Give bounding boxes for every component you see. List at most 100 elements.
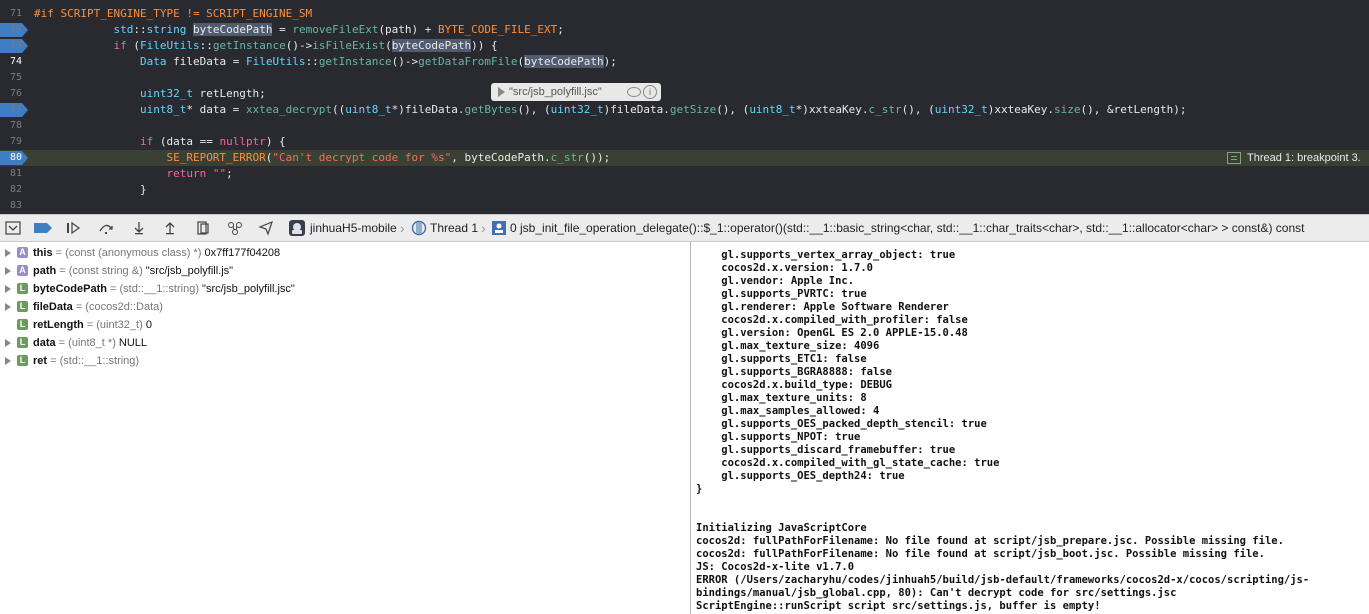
info-icon[interactable]: i [643,85,657,99]
variable-row[interactable]: LretLength = (uint32_t) 0 [0,316,690,334]
code-token: uint32_t [139,87,193,100]
code-line[interactable]: 72 std::string byteCodePath = removeFile… [0,22,1369,38]
code-line[interactable]: 83 [0,198,1369,214]
variables-view[interactable]: Athis = (const (anonymous class) *) 0x7f… [0,242,690,614]
variable-value: "src/jsb_polyfill.jsc" [202,283,295,295]
local-badge-icon: L [17,319,28,330]
code-line[interactable]: 77 uint8_t* data = xxtea_decrypt((uint8_… [0,102,1369,118]
line-number-text: 71 [9,8,22,19]
code-line[interactable]: 79 if (data == nullptr) { [0,134,1369,150]
value-tooltip[interactable]: "src/jsb_polyfill.jsc" i [491,83,661,101]
line-number[interactable]: 82 [0,182,28,198]
line-number[interactable]: 73 [0,38,28,54]
argument-badge-icon: A [17,247,28,258]
variable-type: = (uint8_t *) [55,337,119,349]
disclosure-triangle-icon[interactable] [5,249,11,257]
line-number[interactable]: 72 [0,22,28,38]
code-line[interactable]: 78 [0,118,1369,134]
play-icon[interactable] [498,87,505,97]
breakpoint-annotation[interactable]: Thread 1: breakpoint 3. [1225,150,1369,166]
line-number[interactable]: 78 [0,118,28,134]
disclosure-triangle-icon[interactable] [5,357,11,365]
console-output[interactable]: gl.supports_vertex_array_object: true co… [691,242,1369,614]
console-line: } [696,483,703,495]
disclosure-triangle-icon[interactable] [5,339,11,347]
frame-crumb[interactable]: 0 jsb_init_file_operation_delegate()::$_… [510,215,1304,241]
variable-row[interactable]: LbyteCodePath = (std::__1::string) "src/… [0,280,690,298]
eye-icon[interactable] [627,87,641,97]
variable-row[interactable]: LfileData = (cocos2d::Data) [0,298,690,316]
code-token: ; [226,167,233,180]
line-number[interactable]: 81 [0,166,28,182]
location-icon[interactable] [257,220,275,236]
breakpoints-toggle-icon[interactable] [32,220,54,236]
code-text: uint8_t* data = xxtea_decrypt((uint8_t*)… [34,102,1187,118]
console-line: cocos2d.x.version: 1.7.0 [696,262,874,274]
disclosure-triangle-icon[interactable] [5,285,11,293]
line-number[interactable]: 74 [0,54,28,70]
variable-type: = (uint32_t) [83,319,146,331]
code-token: FileUtils [245,55,306,68]
code-editor[interactable]: 71 #if SCRIPT_ENGINE_TYPE != SCRIPT_ENGIN… [0,0,1369,214]
step-into-icon[interactable] [130,220,148,236]
console-line: gl.supports_ETC1: false [696,353,867,365]
line-number-text: 72 [9,24,22,35]
line-number-text: 75 [9,72,22,83]
thread-crumb[interactable]: Thread 1 [430,215,478,241]
code-line[interactable]: 75 [0,70,1369,86]
line-number-text: 78 [9,120,22,131]
code-token: getSize [669,103,717,116]
disclosure-triangle-icon[interactable] [5,303,11,311]
line-number[interactable]: 76 [0,86,28,102]
code-token: nullptr [219,135,266,148]
code-line[interactable]: 81 return ""; [0,166,1369,182]
memory-graph-icon[interactable] [226,220,244,236]
code-token: size [1054,103,1081,116]
line-number[interactable]: 83 [0,198,28,214]
line-number[interactable]: 79 [0,134,28,150]
step-over-icon[interactable] [97,220,115,236]
code-token: BYTE_CODE_FILE_EXT [438,23,558,36]
variable-name: byteCodePath [33,283,107,295]
view-hierarchy-icon[interactable] [194,220,212,236]
variable-row[interactable]: Lret = (std::__1::string) [0,352,690,370]
variable-row[interactable]: Athis = (const (anonymous class) *) 0x7f… [0,244,690,262]
line-number[interactable]: 77 [0,102,28,118]
code-line[interactable]: 82 } [0,182,1369,198]
code-token: ()-> [285,39,313,52]
variable-type: = (std::__1::string) [47,355,140,367]
continue-icon[interactable] [64,220,82,236]
variable-value: 0x7ff177f04208 [204,247,281,259]
line-number[interactable]: 75 [0,70,28,86]
code-line[interactable]: 80 SE_REPORT_ERROR("Can't decrypt code f… [0,150,1369,166]
code-token: getInstance [212,39,286,52]
line-number[interactable]: 80 [0,150,28,166]
code-token: uint32_t [550,103,604,116]
variable-row[interactable]: Apath = (const string &) "src/jsb_polyfi… [0,262,690,280]
line-number[interactable]: 71 [0,6,28,22]
disclosure-triangle-icon[interactable] [5,267,11,275]
variable-entry: retLength = (uint32_t) 0 [33,316,152,334]
code-line[interactable]: 76 uint32_t retLength; [0,86,1369,102]
target-crumb[interactable]: jinhuaH5-mobile [310,215,397,241]
code-token: ( [385,39,392,52]
variable-entry: byteCodePath = (std::__1::string) "src/j… [33,280,295,298]
code-line[interactable]: 74 Data fileData = FileUtils::getInstanc… [0,54,1369,70]
code-text: if (FileUtils::getInstance()->isFileExis… [34,38,498,54]
console-line: gl.supports_vertex_array_object: true [696,249,956,261]
console-line: cocos2d.x.compiled_with_gl_state_cache: … [696,457,1000,469]
code-token: ( [126,39,140,52]
step-out-icon[interactable] [161,220,179,236]
code-line[interactable]: 71 #if SCRIPT_ENGINE_TYPE != SCRIPT_ENGIN… [0,6,1369,22]
console-line: bindings/manual/jsb_global.cpp, 80): Can… [696,587,1177,599]
variable-type: = (std::__1::string) [106,283,203,295]
variable-row[interactable]: Ldata = (uint8_t *) NULL [0,334,690,352]
variable-name: this [33,247,53,259]
code-text: std::string byteCodePath = removeFileExt… [34,22,564,38]
hide-debug-area-icon[interactable] [4,220,22,236]
code-line[interactable]: 73 if (FileUtils::getInstance()->isFileE… [0,38,1369,54]
